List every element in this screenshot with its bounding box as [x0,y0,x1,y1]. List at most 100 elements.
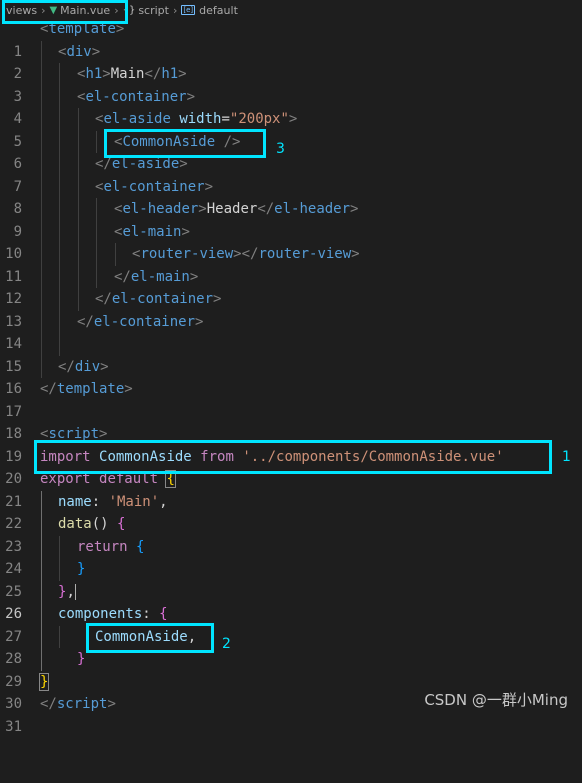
token: script [56,696,108,712]
token: > [179,156,188,172]
indent-guide [41,310,42,333]
token: > [91,43,101,60]
code-line: 8 <el-container> [0,175,582,217]
annotation-label-1: 1 [562,449,571,465]
indent-guide [41,220,42,243]
token: h1 [161,66,179,82]
code-line: 12 </el-main> [0,265,582,307]
token: el-container [103,178,205,195]
indent-guide [41,198,42,221]
indent-guide [59,130,60,153]
text-cursor [74,583,76,600]
code-line: 25 } [0,558,582,600]
indent-guide [41,535,42,558]
token: </ [257,201,275,217]
line-content: <el-header>Header</el-header> [114,198,358,221]
indent-guide [59,220,60,243]
code-line: 26 }, [0,580,582,622]
code-line: 10 <el-main> [0,220,582,262]
line-content: name: 'Main', [58,491,168,514]
line-content: <el-container> [77,86,195,109]
token: el-header [122,201,199,217]
line-content: } [77,648,85,671]
token: > [350,201,359,217]
token: el-aside [103,111,171,127]
line-content: }, [58,581,76,604]
token: } [77,561,86,577]
code-line: 3 <h1>Main</h1> [0,63,582,105]
token: div [66,43,92,60]
token: components [58,606,143,622]
token: > [186,88,196,105]
indent-guide [41,63,42,86]
symbol-icon: [e] [181,5,196,15]
line-content: <el-main> [114,221,190,244]
token: width [179,111,222,127]
code-line: 13 </el-container> [0,288,582,330]
indent-guide [78,108,79,131]
indent-guide [41,85,42,108]
indent-guide [59,535,60,558]
token: > [102,66,111,82]
line-content: <div> [58,41,100,64]
line-content: } [38,671,50,694]
indent-guide [59,63,60,86]
token: </ [40,696,57,712]
indent-guide [59,198,60,221]
indent-guide [78,130,79,153]
token: name [58,493,92,510]
token: > [124,381,133,397]
indent-guide [59,625,60,648]
code-line: 16 </div> [0,355,582,397]
token: el-container [111,291,214,307]
token: > [204,178,214,195]
token: data [58,516,92,532]
chevron-right-icon: › [172,3,178,17]
token: router-view [140,246,234,262]
indent-guide [59,243,60,266]
token: > [189,268,199,285]
code-line: 7 </el-aside> [0,153,582,195]
token: div [74,358,101,375]
indent-guide [41,625,42,648]
line-content: </el-container> [95,288,221,311]
token: > [100,358,109,375]
token: el-container [93,313,196,330]
breadcrumb-section[interactable]: script [138,4,169,17]
token: > [351,246,360,262]
token: 'Main' [108,493,160,510]
indent-guide [41,558,42,581]
token: , [66,583,75,600]
code-line: 15 [0,333,582,375]
indent-guide [41,333,42,356]
token: </ [114,268,131,285]
token: h1 [85,66,103,82]
indent-guide [41,580,42,603]
token: el-main [122,223,182,240]
indent-guide [41,648,42,671]
token: </ [95,291,112,307]
code-line: 11 <router-view></router-view> [0,243,582,285]
token: : [142,606,160,622]
indent-guide [59,288,60,311]
indent-guide [41,288,42,311]
indent-guide [59,333,60,356]
token: Header [206,201,258,217]
token: > [213,291,222,307]
indent-guide [78,288,79,311]
indent-guide [78,243,79,266]
token: , [159,493,168,510]
indent-guide [41,243,42,266]
indent-guide [59,153,60,176]
token: </ [241,246,259,262]
annotation-label-2: 2 [222,636,231,652]
token: </ [40,381,57,397]
line-content: <el-aside width="200px"> [95,108,297,131]
line-content: <h1>Main</h1> [77,63,187,86]
code-line: 4 <el-container> [0,85,582,127]
token: "200px" [229,111,289,127]
token: } [38,672,50,691]
code-line: 18 [0,401,582,442]
breadcrumb-symbol[interactable]: default [199,4,238,17]
indent-guide [78,220,79,243]
